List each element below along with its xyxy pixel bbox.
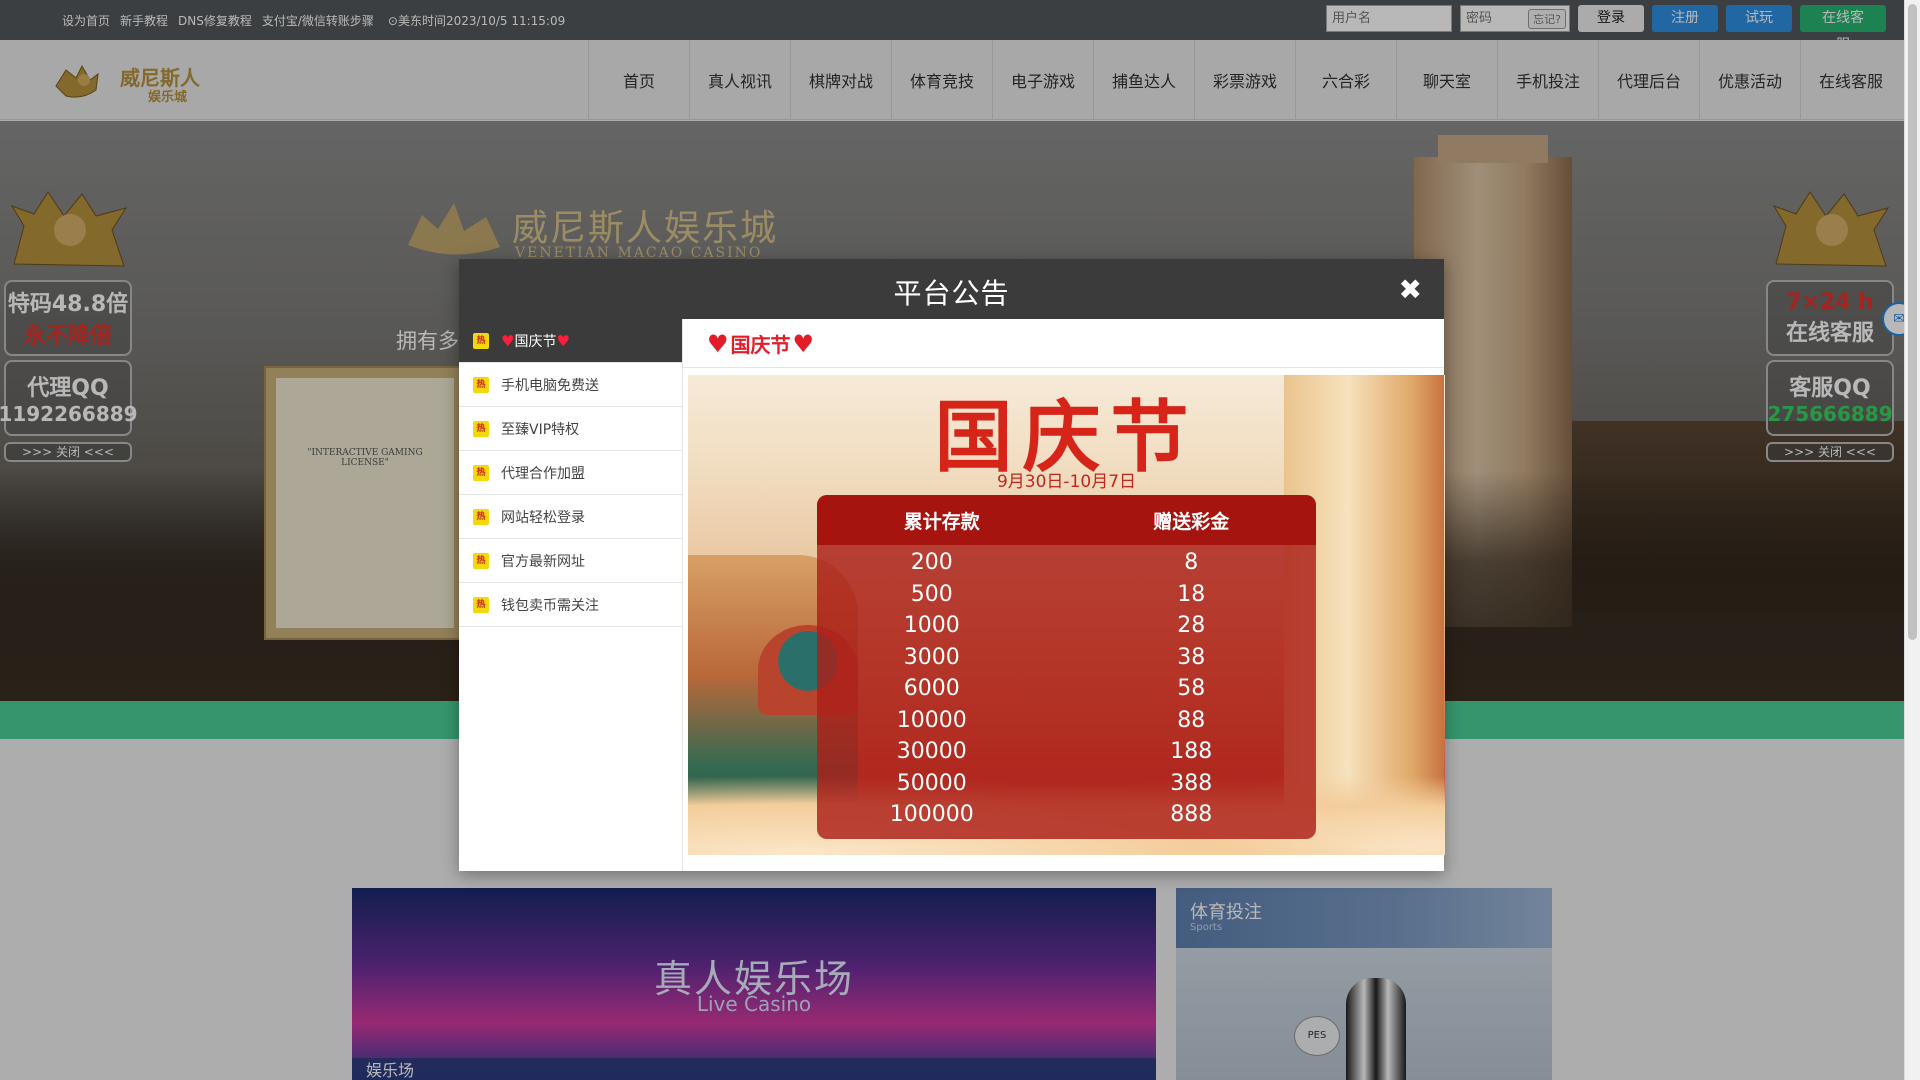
bonus-cell: 18 [1177,581,1206,607]
table-row: 1000 28 [817,610,1316,642]
table-row: 6000 58 [817,673,1316,705]
table-row: 3000 38 [817,642,1316,674]
modal-title: 平台公告 [893,277,1010,310]
scrollbar-thumb[interactable] [1908,4,1917,640]
announcement-label: 手机电脑免费送 [501,377,599,394]
table-row: 100000 888 [817,799,1316,831]
hot-badge-icon: 热 [473,420,489,437]
heart-icon: ♥ [707,329,729,358]
announcement-item-free-devices[interactable]: 热 手机电脑免费送 [459,363,682,407]
announcement-label: 网站轻松登录 [501,509,585,526]
table-row: 50000 388 [817,768,1316,800]
bonus-table-rows: 200 8 500 18 1000 28 3000 38 6000 58 10000 88 … [817,545,1316,831]
bonus-cell: 188 [1170,739,1213,765]
announcement-item-login[interactable]: 热 网站轻松登录 [459,495,682,539]
poster-date: 9月30日-10月7日 [996,472,1137,492]
deposit-cell: 10000 [896,707,967,733]
announcement-content: ♥ 国庆节 ♥ 国庆节 9月30日-10月7日 累计存款 赠送彩金 200 8 5… [683,319,1445,871]
bonus-cell: 58 [1177,676,1206,702]
hot-badge-icon: 热 [473,508,489,525]
announcement-heading: ♥ 国庆节 ♥ [707,329,814,358]
announcement-item-official-url[interactable]: 热 官方最新网址 [459,539,682,583]
bonus-cell: 88 [1177,707,1206,733]
deposit-cell: 1000 [903,613,960,639]
table-row: 30000 188 [817,736,1316,768]
deposit-cell: 3000 [903,644,960,670]
divider [683,367,1444,368]
modal-header: 平台公告 ✖ [459,259,1444,319]
deposit-cell: 30000 [896,739,967,765]
announcement-heading-text: 国庆节 [730,333,791,357]
table-row: 500 18 [817,579,1316,611]
deposit-cell: 50000 [896,770,967,796]
bonus-cell: 888 [1170,802,1213,828]
announcement-label: 钱包卖币需关注 [501,597,599,614]
bonus-cell: 28 [1177,613,1206,639]
national-day-poster: 国庆节 9月30日-10月7日 累计存款 赠送彩金 200 8 500 18 100… [688,375,1445,855]
announcement-modal: 平台公告 ✖ 热 ♥ 国庆节 ♥ 热 手机电脑免费送 热 至臻VIP特权 热 代… [459,259,1445,871]
announcement-item-national-day[interactable]: 热 ♥ 国庆节 ♥ [459,319,682,363]
col-bonus-header: 赠送彩金 [1153,510,1230,533]
announcement-item-wallet[interactable]: 热 钱包卖币需关注 [459,583,682,627]
table-row: 10000 88 [817,705,1316,737]
hot-badge-icon: 热 [473,464,489,481]
deposit-cell: 500 [910,581,953,607]
deposit-cell: 200 [910,550,953,576]
announcement-item-vip[interactable]: 热 至臻VIP特权 [459,407,682,451]
table-row: 200 8 [817,547,1316,579]
announcement-label: 官方最新网址 [501,553,585,570]
page-scrollbar[interactable] [1904,0,1920,1080]
bonus-cell: 388 [1170,770,1213,796]
hot-badge-icon: 热 [473,376,489,393]
bonus-cell: 38 [1177,644,1206,670]
announcement-label: 代理合作加盟 [501,465,585,482]
heart-icon: ♥ [501,331,515,350]
hot-badge-icon: 热 [473,332,489,349]
deposit-cell: 6000 [903,676,960,702]
announcement-label: 至臻VIP特权 [501,421,580,438]
modal-close-icon[interactable]: ✖ [1399,273,1422,306]
heart-icon: ♥ [556,331,570,350]
hot-badge-icon: 热 [473,552,489,569]
bonus-table-header: 累计存款 赠送彩金 [817,495,1316,545]
bonus-table: 累计存款 赠送彩金 200 8 500 18 1000 28 3000 38 6000 5… [817,495,1316,839]
announcement-item-agent[interactable]: 热 代理合作加盟 [459,451,682,495]
bonus-cell: 8 [1184,550,1199,576]
col-deposit-header: 累计存款 [903,510,980,533]
announcement-label: 国庆节 [514,333,557,350]
deposit-cell: 100000 [889,802,974,828]
hot-badge-icon: 热 [473,596,489,613]
heart-icon: ♥ [792,329,815,358]
announcement-list: 热 ♥ 国庆节 ♥ 热 手机电脑免费送 热 至臻VIP特权 热 代理合作加盟 热… [459,319,683,871]
